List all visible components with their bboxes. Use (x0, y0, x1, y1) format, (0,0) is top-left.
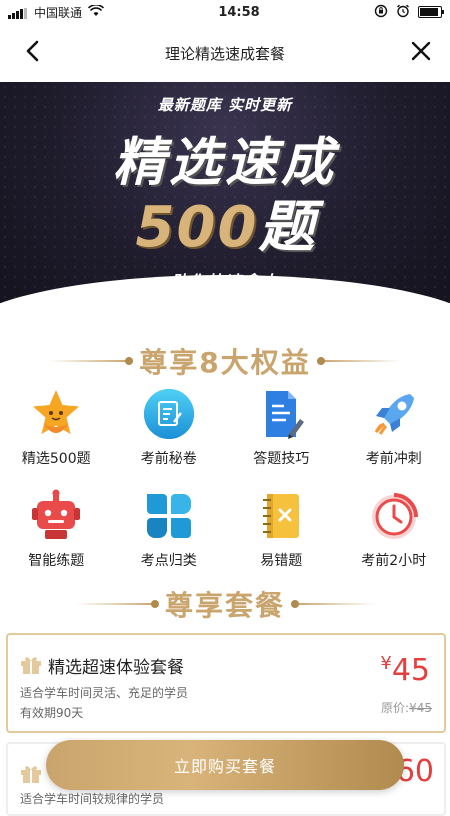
package-card-selected[interactable]: 精选超速体验套餐 适合学车时间灵活、充足的学员 有效期90天 ¥45 原价:¥4… (6, 633, 446, 733)
banner-subtitle: 最新题库 实时更新 (0, 94, 450, 115)
page-title: 理论精选速成套餐 (165, 43, 285, 64)
title-divider-right (321, 360, 401, 362)
rocket-icon (366, 386, 422, 442)
benefit-item[interactable]: 答题技巧 (225, 386, 338, 468)
title-divider-left (75, 603, 155, 605)
gift-icon (20, 764, 42, 784)
buy-package-button[interactable]: 立即购买套餐 (46, 740, 404, 790)
original-price-value: ¥45 (409, 701, 432, 715)
clock-time: 14:58 (218, 5, 259, 20)
benefit-label: 考点归类 (141, 550, 197, 570)
nav-bar: 理论精选速成套餐 (0, 24, 450, 82)
currency-symbol: ¥ (380, 653, 391, 674)
benefit-label: 考前2小时 (361, 550, 426, 570)
packages-title: 尊享套餐 (165, 584, 285, 624)
benefit-label: 考前秘卷 (141, 448, 197, 468)
document-pen-icon (253, 386, 309, 442)
package-description: 适合学车时间灵活、充足的学员 (20, 684, 188, 701)
promo-banner: 最新题库 实时更新 精选速成 500题 助你快速拿本 (0, 82, 450, 325)
orientation-lock-icon (374, 4, 388, 21)
benefit-item[interactable]: 考点归类 (113, 488, 226, 570)
title-divider-right (295, 603, 375, 605)
benefit-label: 精选500题 (22, 448, 91, 468)
wifi-icon (88, 5, 104, 20)
benefits-section-title: 尊享8大权益 (0, 341, 450, 381)
package-validity: 有效期90天 (20, 704, 83, 721)
benefit-label: 易错题 (260, 550, 302, 570)
status-bar: 中国联通 14:58 (0, 0, 450, 24)
benefit-item[interactable]: 考前秘卷 (113, 386, 226, 468)
edit-doc-icon (141, 386, 197, 442)
carrier-label: 中国联通 (34, 4, 82, 21)
benefit-label: 答题技巧 (253, 448, 309, 468)
benefit-item[interactable]: 智能练题 (0, 488, 113, 570)
clover-icon (141, 488, 197, 544)
original-price: 原价:¥45 (381, 699, 432, 716)
close-icon[interactable] (406, 36, 436, 66)
alarm-icon (396, 4, 410, 21)
clock-icon (366, 488, 422, 544)
back-arrow-icon[interactable] (18, 36, 48, 66)
benefits-title: 尊享8大权益 (139, 341, 310, 381)
banner-number-suffix: 题 (258, 195, 314, 260)
original-price-label: 原价: (381, 701, 409, 715)
benefits-grid: 精选500题 考前秘卷 答题技巧 考前冲刺 智能练题 考点归类 易错题 (0, 386, 450, 570)
banner-headline-number: 500题 (0, 182, 450, 263)
star-icon (28, 386, 84, 442)
package-name: 精选超速体验套餐 (48, 653, 184, 678)
battery-icon (418, 6, 442, 18)
price-value: 45 (392, 653, 430, 688)
gift-icon (20, 655, 42, 675)
benefit-item[interactable]: 易错题 (225, 488, 338, 570)
benefit-item[interactable]: 考前2小时 (338, 488, 450, 570)
signal-icon (8, 5, 28, 19)
notebook-x-icon (253, 488, 309, 544)
packages-section-title: 尊享套餐 (0, 584, 450, 624)
benefit-item[interactable]: 精选500题 (0, 386, 113, 468)
title-divider-left (49, 360, 129, 362)
benefit-item[interactable]: 考前冲刺 (338, 386, 450, 468)
benefit-label: 智能练题 (28, 550, 84, 570)
benefit-label: 考前冲刺 (366, 448, 422, 468)
package-description: 适合学车时间较规律的学员 (20, 790, 164, 807)
package-price: ¥45 (380, 653, 430, 688)
robot-icon (28, 488, 84, 544)
banner-number: 500 (136, 195, 259, 260)
